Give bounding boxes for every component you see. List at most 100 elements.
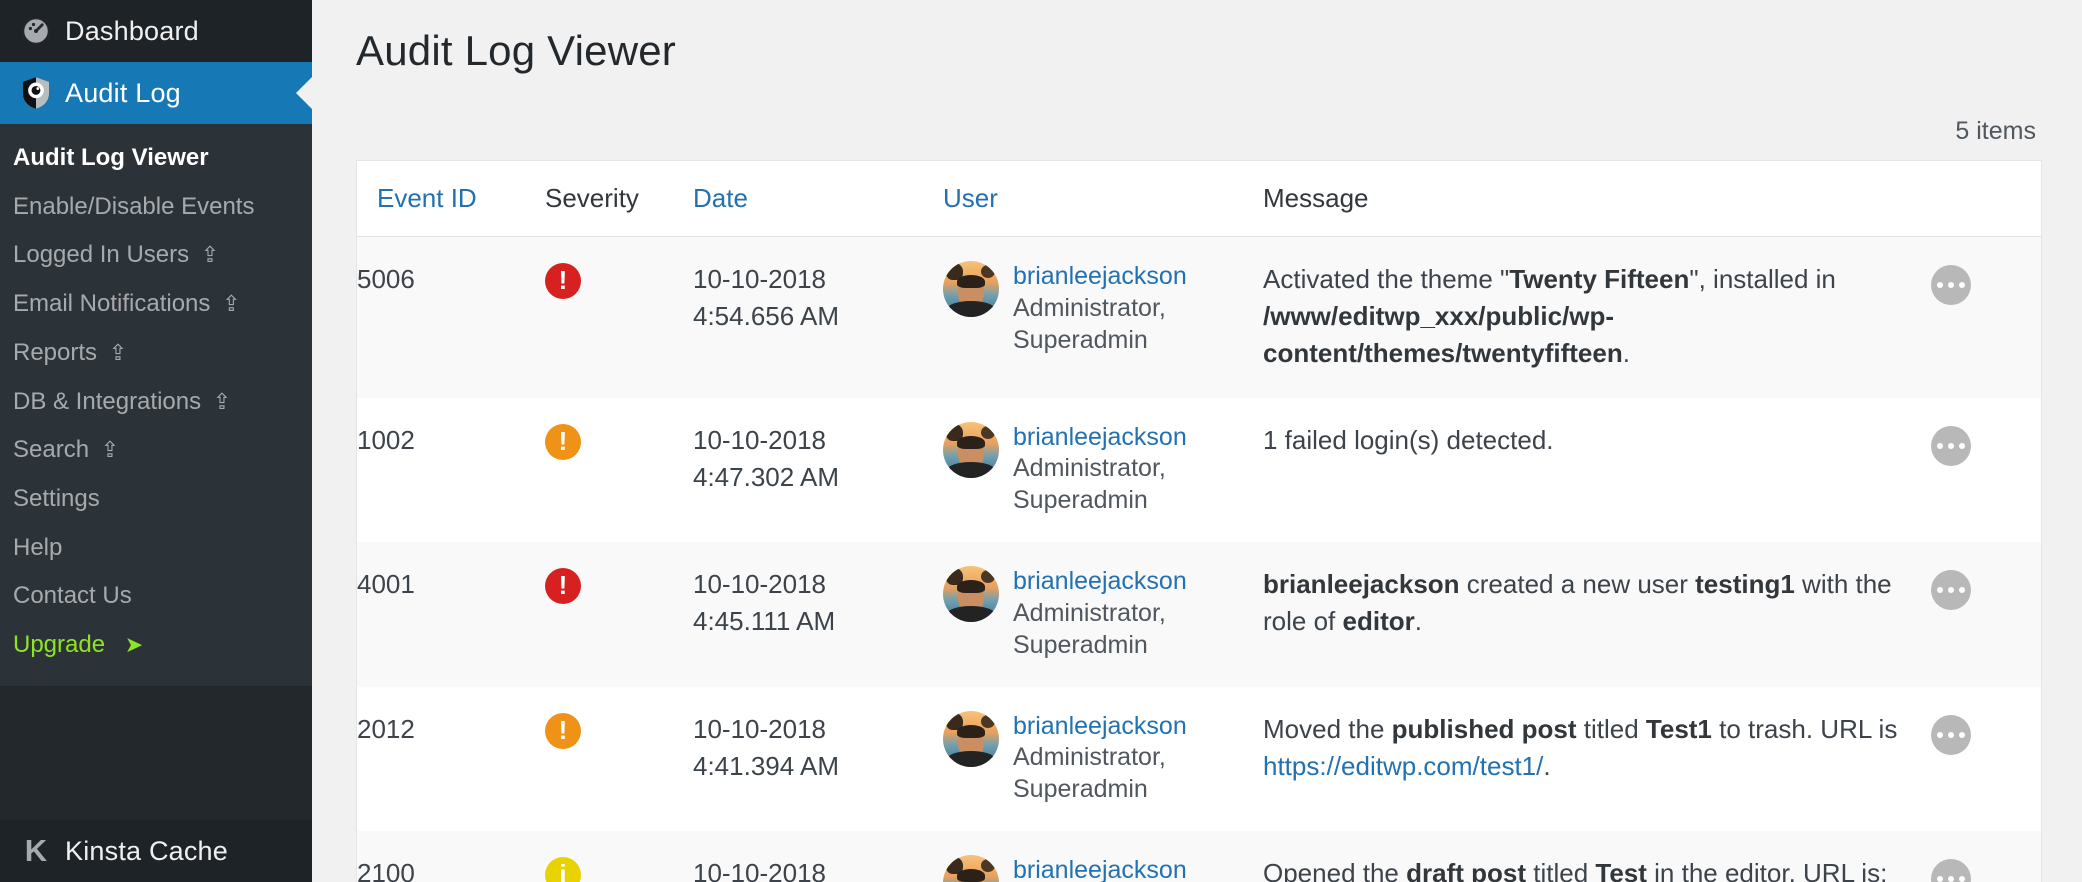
items-count: 5 items <box>356 75 2042 160</box>
message-emphasis: editor <box>1343 606 1415 636</box>
table-head: Event ID Severity Date User Message <box>357 161 2041 237</box>
column-header-date[interactable]: Date <box>693 161 943 237</box>
cell-message: Opened the draft post titled Test in the… <box>1263 831 1931 882</box>
table-row[interactable]: 2012! 10-10-20184:41.394 AM brianleejackso… <box>357 687 2041 832</box>
user-role: Administrator, Superadmin <box>1013 597 1263 661</box>
cell-date: 10-10-20184:37.023 AM <box>693 831 943 882</box>
message-segment: titled <box>1526 858 1595 882</box>
premium-lock-icon: ⇪ <box>101 436 119 464</box>
table-row[interactable]: 5006!10-10-20184:54.656 AMbrianleejackso… <box>357 237 2041 398</box>
sidebar-item-kinsta-cache[interactable]: K Kinsta Cache <box>0 820 312 882</box>
submenu-label: Email Notifications <box>13 290 210 317</box>
sidebar-item-help[interactable]: Help <box>0 524 312 573</box>
sidebar-item-logged-in-users[interactable]: Logged In Users ⇪ <box>0 231 312 280</box>
cell-date: 10-10-20184:47.302 AM <box>693 398 943 543</box>
message-segment: Activated the theme " <box>1263 264 1509 294</box>
severity-medium-icon: ! <box>545 424 581 460</box>
user-text: brianleejacksonAdministrator, Superadmin <box>1013 711 1263 806</box>
avatar <box>943 261 999 317</box>
audit-log-shield-icon <box>13 76 59 110</box>
severity-glyph: ! <box>559 717 568 743</box>
cell-user: brianleejacksonAdministrator, Superadmin <box>943 542 1263 687</box>
cell-message: 1 failed login(s) detected. <box>1263 398 1931 543</box>
message-emphasis: Test <box>1595 858 1647 882</box>
message-link[interactable]: https://editwp.com/test1/ <box>1263 751 1543 781</box>
sidebar-item-search[interactable]: Search ⇪ <box>0 426 312 475</box>
date-value: 10-10-2018 <box>693 261 943 298</box>
submenu-label: Enable/Disable Events <box>13 193 254 220</box>
cell-event-id: 2012 <box>357 687 545 832</box>
user-name-link[interactable]: brianleejackson <box>1013 855 1263 882</box>
message-emphasis: published post <box>1392 714 1577 744</box>
sidebar-item-reports[interactable]: Reports ⇪ <box>0 329 312 378</box>
user-info: brianleejacksonAdministrator, Superadmin <box>943 855 1263 882</box>
severity-glyph: ! <box>559 572 568 598</box>
time-value: 4:45.111 AM <box>693 603 943 640</box>
sidebar-item-label: Kinsta Cache <box>65 836 228 867</box>
avatar <box>943 422 999 478</box>
sidebar-item-contact-us[interactable]: Contact Us <box>0 572 312 621</box>
row-actions-ellipsis-icon[interactable] <box>1931 265 1971 305</box>
row-actions-ellipsis-icon[interactable] <box>1931 426 1971 466</box>
cell-user: brianleejacksonAdministrator, Superadmin <box>943 831 1263 882</box>
cell-date: 10-10-20184:45.111 AM <box>693 542 943 687</box>
table-row[interactable]: 2100i10-10-20184:37.023 AMbrianleejackso… <box>357 831 2041 882</box>
user-name-link[interactable]: brianleejackson <box>1013 566 1263 597</box>
sidebar-item-settings[interactable]: Settings <box>0 475 312 524</box>
table-body: 5006!10-10-20184:54.656 AMbrianleejackso… <box>357 237 2041 882</box>
cell-actions <box>1931 687 2041 832</box>
cell-actions <box>1931 237 2041 398</box>
table-header-row: Event ID Severity Date User Message <box>357 161 2041 237</box>
sidebar-item-audit-log[interactable]: Audit Log <box>0 62 312 124</box>
message-emphasis: Twenty Fifteen <box>1509 264 1689 294</box>
message-emphasis: testing1 <box>1695 569 1795 599</box>
row-actions-ellipsis-icon[interactable] <box>1931 570 1971 610</box>
message-segment: Opened the <box>1263 858 1406 882</box>
avatar <box>943 711 999 767</box>
user-info: brianleejacksonAdministrator, Superadmin <box>943 566 1263 661</box>
cell-date: 10-10-20184:41.394 AM <box>693 687 943 832</box>
sidebar-item-dashboard[interactable]: Dashboard <box>0 0 312 62</box>
user-text: brianleejacksonAdministrator, Superadmin <box>1013 422 1263 517</box>
message-emphasis: brianleejackson <box>1263 569 1460 599</box>
sidebar-item-label: Dashboard <box>65 16 199 47</box>
user-name-link[interactable]: brianleejackson <box>1013 261 1263 292</box>
user-name-link[interactable]: brianleejackson <box>1013 422 1263 453</box>
cell-severity: ! <box>545 237 693 398</box>
message-text: Moved the published post titled Test1 to… <box>1263 711 1931 785</box>
user-role: Administrator, Superadmin <box>1013 452 1263 516</box>
message-text: 1 failed login(s) detected. <box>1263 422 1931 459</box>
sidebar-item-audit-log-viewer[interactable]: Audit Log Viewer <box>0 134 312 183</box>
dashboard-icon <box>13 16 59 46</box>
sidebar-item-db-integrations[interactable]: DB & Integrations ⇪ <box>0 378 312 427</box>
time-value: 4:41.394 AM <box>693 748 943 785</box>
sidebar-item-enable-disable-events[interactable]: Enable/Disable Events <box>0 183 312 232</box>
main-content: Audit Log Viewer 5 items Event ID Severi… <box>312 0 2082 882</box>
submenu-label: Search <box>13 436 89 463</box>
user-role: Administrator, Superadmin <box>1013 741 1263 805</box>
sidebar-bottom-menu: K Kinsta Cache <box>0 820 312 882</box>
column-header-user[interactable]: User <box>943 161 1263 237</box>
severity-glyph: ! <box>559 428 568 454</box>
date-value: 10-10-2018 <box>693 711 943 748</box>
date-value: 10-10-2018 <box>693 566 943 603</box>
avatar <box>943 855 999 882</box>
user-name-link[interactable]: brianleejackson <box>1013 711 1263 742</box>
row-actions-ellipsis-icon[interactable] <box>1931 715 1971 755</box>
cell-user: brianleejacksonAdministrator, Superadmin <box>943 398 1263 543</box>
message-segment: ", installed in <box>1689 264 1836 294</box>
column-header-message: Message <box>1263 161 1931 237</box>
sidebar-item-email-notifications[interactable]: Email Notifications ⇪ <box>0 280 312 329</box>
submenu-label: Reports <box>13 339 97 366</box>
row-actions-ellipsis-icon[interactable] <box>1931 859 1971 882</box>
column-header-event-id[interactable]: Event ID <box>357 161 545 237</box>
user-text: brianleejacksonAdministrator, Superadmin <box>1013 261 1263 356</box>
sidebar-item-upgrade[interactable]: Upgrade ➤ <box>0 621 312 670</box>
message-segment: to trash. URL is <box>1712 714 1897 744</box>
premium-lock-icon: ⇪ <box>222 290 240 318</box>
severity-glyph: i <box>559 861 566 882</box>
table-row[interactable]: 1002!10-10-20184:47.302 AMbrianleejackso… <box>357 398 2041 543</box>
wordpress-admin-screen: Dashboard Audit Log Audit Log Viewer <box>0 0 2082 882</box>
table-row[interactable]: 4001!10-10-20184:45.111 AMbrianleejackso… <box>357 542 2041 687</box>
date-value: 10-10-2018 <box>693 855 943 882</box>
